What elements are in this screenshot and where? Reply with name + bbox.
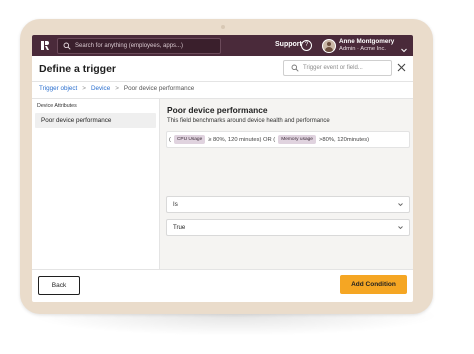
trigger-search-input[interactable]: Trigger event or field... <box>283 60 392 76</box>
condition-expression: ( CPU Usage ≥ 80%, 120 minutes) OR ( Mem… <box>166 131 410 148</box>
operator-select[interactable]: Is <box>166 196 410 213</box>
operator-value: Is <box>173 201 178 208</box>
app-logo-icon[interactable] <box>39 39 52 52</box>
breadcrumb-trigger-object[interactable]: Trigger object <box>39 85 77 92</box>
sidebar-heading: Device Attributes <box>37 103 77 109</box>
chevron-down-icon[interactable] <box>400 41 408 53</box>
attribute-detail-panel: Poor device performance This field bench… <box>160 99 413 269</box>
avatar-body <box>325 47 333 52</box>
expression-part-1: ≥ 80%, 120 minutes) OR ( <box>208 136 276 143</box>
breadcrumb-device[interactable]: Device <box>91 85 110 92</box>
header-divider <box>32 81 413 82</box>
camera-dot <box>221 25 225 29</box>
breadcrumb: Trigger object > Device > Poor device pe… <box>39 85 194 92</box>
value-select[interactable]: True <box>166 219 410 236</box>
memory-usage-tag[interactable]: Memory usage <box>278 135 316 144</box>
value-value: True <box>173 224 186 231</box>
breadcrumb-current: Poor device performance <box>123 85 195 92</box>
chevron-down-icon <box>398 203 403 207</box>
page-title: Define a trigger <box>39 63 117 75</box>
help-icon[interactable]: ? <box>301 40 312 51</box>
detail-description: This field benchmarks around device heal… <box>167 118 330 124</box>
back-button[interactable]: Back <box>38 276 80 295</box>
expression-open-paren: ( <box>169 136 171 143</box>
search-icon <box>61 40 73 52</box>
search-icon <box>289 62 301 74</box>
chevron-down-icon <box>398 226 403 230</box>
attribute-sidebar: Device Attributes Poor device performanc… <box>32 99 160 269</box>
footer-divider <box>32 269 413 270</box>
sidebar-item-poor-device-performance[interactable]: Poor device performance <box>35 113 156 128</box>
chevron-right-icon: > <box>115 85 119 92</box>
trigger-search-placeholder: Trigger event or field... <box>303 65 363 71</box>
app-screen: Search for anything (employees, apps...)… <box>32 35 413 302</box>
add-condition-button[interactable]: Add Condition <box>340 275 407 294</box>
search-placeholder: Search for anything (employees, apps...) <box>75 43 184 49</box>
cpu-usage-tag[interactable]: CPU Usage <box>173 135 206 144</box>
sidebar-item-label: Poor device performance <box>41 117 112 124</box>
global-search-input[interactable]: Search for anything (employees, apps...) <box>57 38 221 54</box>
top-bar: Search for anything (employees, apps...)… <box>32 35 413 56</box>
detail-title: Poor device performance <box>167 105 268 115</box>
user-name: Anne Montgomery <box>339 38 395 45</box>
avatar-head <box>327 42 331 46</box>
chevron-right-icon: > <box>82 85 86 92</box>
avatar[interactable] <box>322 39 336 53</box>
expression-part-2: >80%, 120minutes) <box>318 136 370 143</box>
support-link[interactable]: Support <box>275 41 302 48</box>
user-role: Admin · Acme Inc. <box>339 46 387 52</box>
close-icon[interactable] <box>396 62 407 73</box>
